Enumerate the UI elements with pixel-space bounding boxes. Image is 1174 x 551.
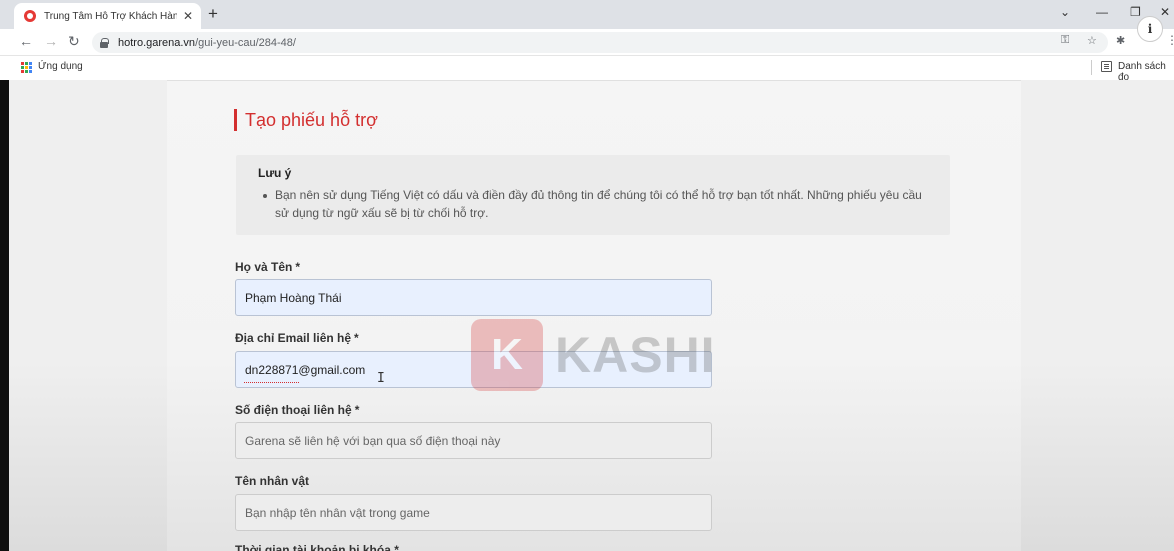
new-tab-button[interactable]: + [208,4,218,24]
garena-favicon-icon [24,10,36,22]
profile-avatar[interactable]: i [1137,16,1163,42]
kashi-watermark-text: KASHI [555,327,716,383]
tab-title: Trung Tâm Hỗ Trợ Khách Hàng G [44,10,177,22]
browser-tab[interactable]: Trung Tâm Hỗ Trợ Khách Hàng G ✕ [14,3,201,29]
locked-time-label: Thời gian tài khoản bị khóa * [235,543,399,551]
reading-list-icon[interactable] [1101,61,1112,72]
kashi-watermark: K KASHI [471,319,716,391]
extensions-puzzle-icon[interactable]: ✱ [1116,34,1125,47]
character-name-label: Tên nhân vật [235,474,310,488]
browser-toolbar: ← → ↻ hotro.garena.vn/gui-yeu-cau/284-48… [0,29,1174,56]
kashi-logo: K [471,319,543,391]
note-bullet [263,194,267,198]
apps-grid-icon[interactable] [21,62,32,73]
more-menu-icon[interactable]: ⋮ [1166,33,1174,47]
minimize-icon[interactable]: — [1096,5,1108,19]
character-name-input[interactable] [235,494,712,531]
address-bar[interactable]: hotro.garena.vn/gui-yeu-cau/284-48/ [92,32,1108,53]
bookmarks-divider [1091,60,1092,75]
page-title: Tạo phiếu hỗ trợ [245,110,378,130]
lock-icon [100,38,109,48]
fullname-input[interactable] [235,279,712,316]
fullname-label: Họ và Tên * [235,260,301,274]
forward-arrow-icon[interactable]: → [44,33,58,49]
phone-input[interactable] [235,422,712,459]
text-cursor-icon: I [377,371,385,386]
title-accent-bar [234,109,237,131]
phone-label: Số điện thoại liên hệ * [235,403,360,417]
restore-icon[interactable]: ❐ [1130,5,1141,19]
tab-search-icon[interactable]: ⌄ [1060,5,1070,19]
reload-icon[interactable]: ↻ [68,33,80,50]
url-text: hotro.garena.vn/gui-yeu-cau/284-48/ [118,36,296,49]
key-icon[interactable]: ⚿ [1061,34,1069,47]
bookmarks-bar: Ứng dụng Danh sách đọ [0,56,1174,83]
note-text: Bạn nên sử dụng Tiếng Việt có dấu và điề… [275,188,922,220]
page-viewport: Tạo phiếu hỗ trợ Lưu ý Bạn nên sử dụng T… [9,80,1174,551]
spellcheck-underline [244,382,299,383]
bookmark-star-icon[interactable]: ☆ [1087,34,1097,47]
tab-close-icon[interactable]: ✕ [181,9,195,23]
window-close-icon[interactable]: ✕ [1160,5,1170,19]
browser-tab-bar: Trung Tâm Hỗ Trợ Khách Hàng G ✕ + ⌄ — ❐ … [0,0,1174,29]
card-top-border [167,80,1021,81]
support-form-card: Tạo phiếu hỗ trợ Lưu ý Bạn nên sử dụng T… [167,80,1021,551]
email-label: Địa chỉ Email liên hệ * [235,331,359,345]
note-title: Lưu ý [258,166,292,180]
note-box: Lưu ý Bạn nên sử dụng Tiếng Việt có dấu … [236,155,950,235]
bookmark-apps[interactable]: Ứng dụng [38,61,83,72]
back-arrow-icon[interactable]: ← [19,33,33,49]
